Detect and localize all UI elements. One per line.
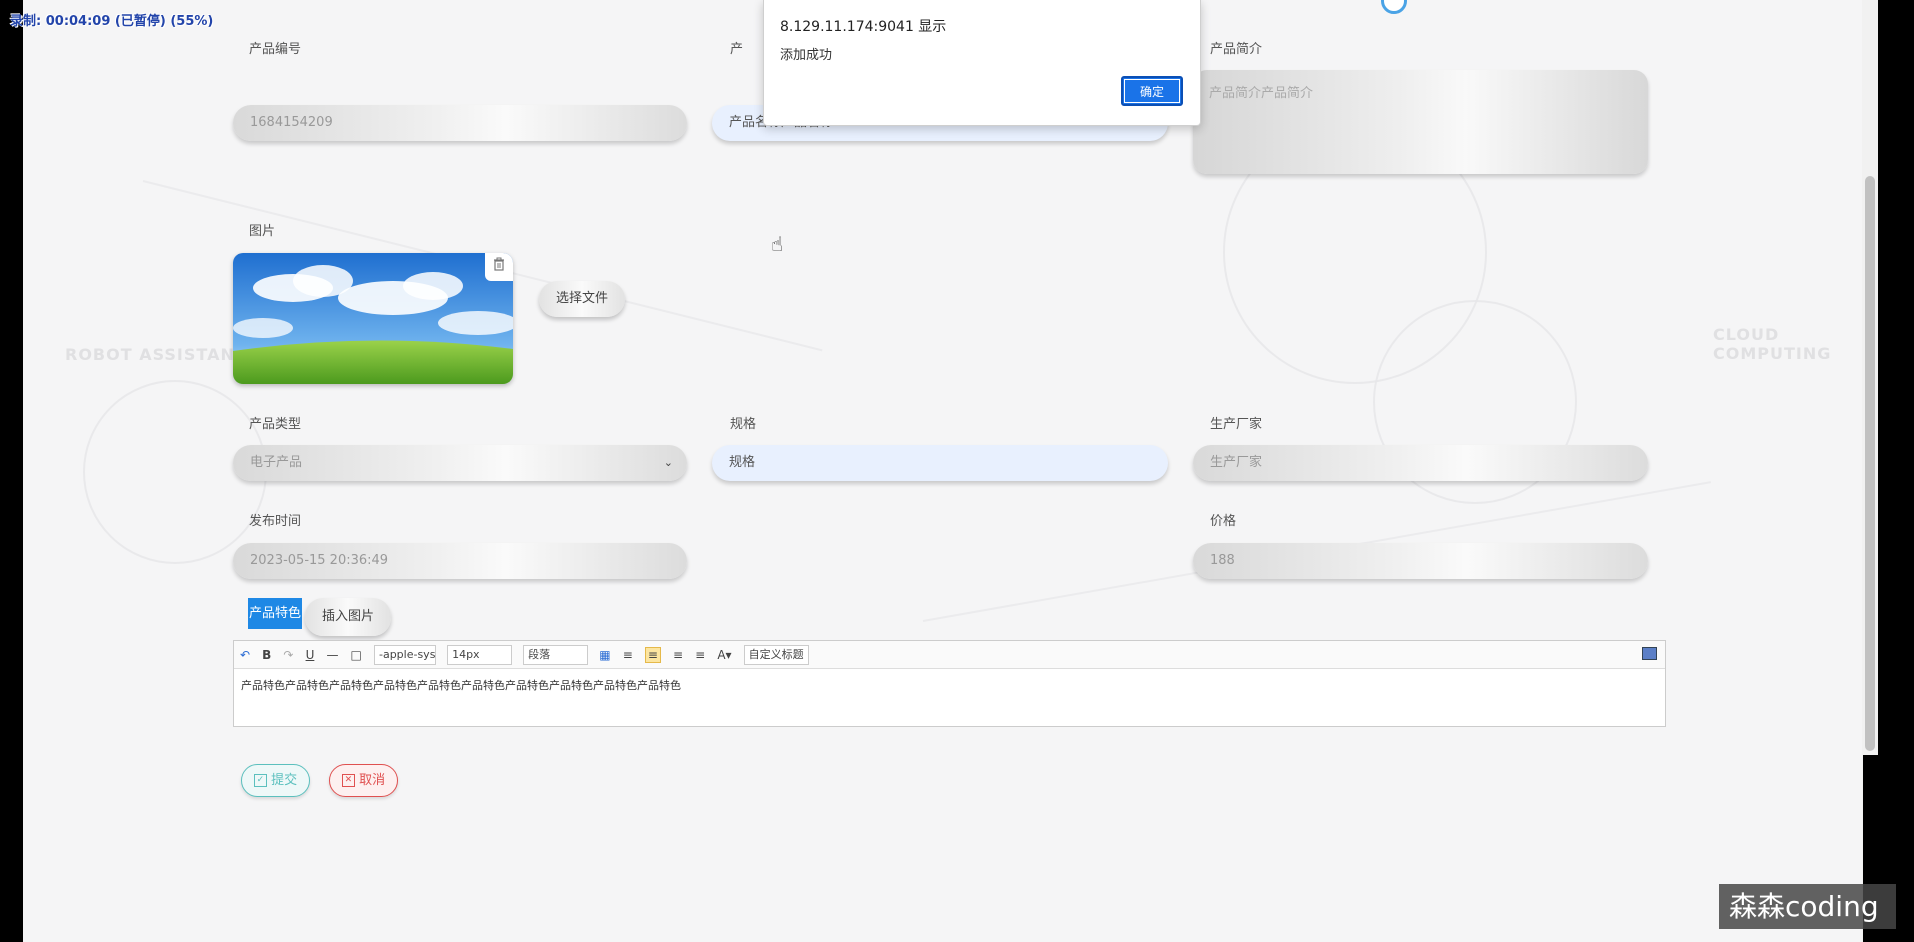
editor-toolbar: ↶ B ↷ U — □ -apple-sys 14px 段落 ▦ ≡ ≡ ≡ ≡… [234, 641, 1665, 669]
custom-title-select[interactable]: 自定义标题 [743, 644, 809, 665]
recording-overlay: 录制: 00:04:09 (已暂停) (55%) [10, 14, 214, 29]
choose-file-button[interactable]: 选择文件 [539, 281, 625, 317]
product-type-label: 产品类型 [249, 417, 302, 432]
close-icon: ✕ [341, 774, 355, 787]
redo-icon[interactable]: ↷ [283, 648, 293, 662]
publish-time-input[interactable]: 2023-05-15 20:36:49 [233, 543, 687, 579]
bg-decoration: CLOUD COMPUTING [1713, 325, 1832, 363]
alert-ok-button[interactable]: 确定 [1121, 76, 1183, 106]
insert-image-button[interactable]: 插入图片 [305, 598, 391, 636]
align-center-icon[interactable]: ≡ [673, 648, 683, 662]
cancel-label: 取消 [359, 773, 386, 788]
font-family-select[interactable]: -apple-sys [373, 644, 436, 665]
bg-decoration: ROBOT ASSISTANT [65, 345, 247, 364]
price-input[interactable]: 188 [1193, 543, 1648, 579]
alert-title: 8.129.11.174:9041 显示 [780, 19, 947, 35]
horizontal-rule-icon[interactable]: — [326, 648, 338, 662]
submit-label: 提交 [271, 773, 298, 788]
product-intro-textarea[interactable]: 产品简介产品简介 [1193, 70, 1648, 174]
paste-icon[interactable]: □ [351, 648, 362, 662]
product-intro-label: 产品简介 [1210, 42, 1263, 57]
font-size-select[interactable]: 14px [447, 644, 513, 665]
hand-cursor-icon: ☝ [771, 232, 784, 256]
submit-button[interactable]: ✓ 提交 [241, 764, 310, 797]
check-icon: ✓ [253, 774, 267, 787]
rich-text-editor[interactable]: ↶ B ↷ U — □ -apple-sys 14px 段落 ▦ ≡ ≡ ≡ ≡… [233, 640, 1666, 727]
publish-time-label: 发布时间 [249, 514, 302, 529]
editor-content[interactable]: 产品特色产品特色产品特色产品特色产品特色产品特色产品特色产品特色产品特色产品特色 [234, 669, 1665, 701]
font-color-icon[interactable]: A▾ [717, 648, 731, 662]
features-label: 产品特色 [248, 598, 303, 629]
alert-dialog: 8.129.11.174:9041 显示 添加成功 确定 [763, 0, 1201, 126]
bold-icon[interactable]: B [262, 648, 271, 662]
cancel-button[interactable]: ✕ 取消 [329, 764, 398, 797]
undo-icon[interactable]: ↶ [240, 648, 250, 662]
manufacturer-label: 生产厂家 [1210, 417, 1263, 432]
watermark: 森森coding [1719, 884, 1896, 929]
align-right-icon[interactable]: ≡ [644, 646, 661, 663]
product-no-label: 产品编号 [249, 42, 302, 57]
price-label: 价格 [1210, 514, 1237, 529]
paragraph-select[interactable]: 段落 [523, 644, 589, 665]
underline-icon[interactable]: U [306, 648, 315, 662]
page-background: ROBOT ASSISTANT CLOUD COMPUTING 产品编号 168… [23, 0, 1878, 942]
spec-label: 规格 [730, 417, 757, 432]
delete-image-icon[interactable] [485, 253, 513, 281]
avatar [1381, 0, 1407, 14]
spec-input[interactable]: 规格 [712, 445, 1168, 481]
alert-message: 添加成功 [780, 48, 833, 63]
product-type-selected: 电子产品 [250, 455, 303, 470]
align-left-icon[interactable]: ≡ [623, 648, 633, 662]
product-no-input[interactable]: 1684154209 [233, 105, 687, 141]
table-icon[interactable]: ▦ [599, 648, 610, 662]
fullscreen-icon[interactable] [1642, 647, 1657, 660]
chevron-down-icon: ⌄ [663, 456, 673, 469]
align-justify-icon[interactable]: ≡ [695, 648, 705, 662]
product-name-label: 产 [730, 42, 744, 57]
uploaded-image [233, 253, 513, 384]
image-label: 图片 [249, 224, 276, 239]
manufacturer-input[interactable]: 生产厂家 [1193, 445, 1648, 481]
product-type-select[interactable]: 电子产品 ⌄ [233, 445, 687, 481]
scrollbar-thumb[interactable] [1865, 176, 1875, 751]
